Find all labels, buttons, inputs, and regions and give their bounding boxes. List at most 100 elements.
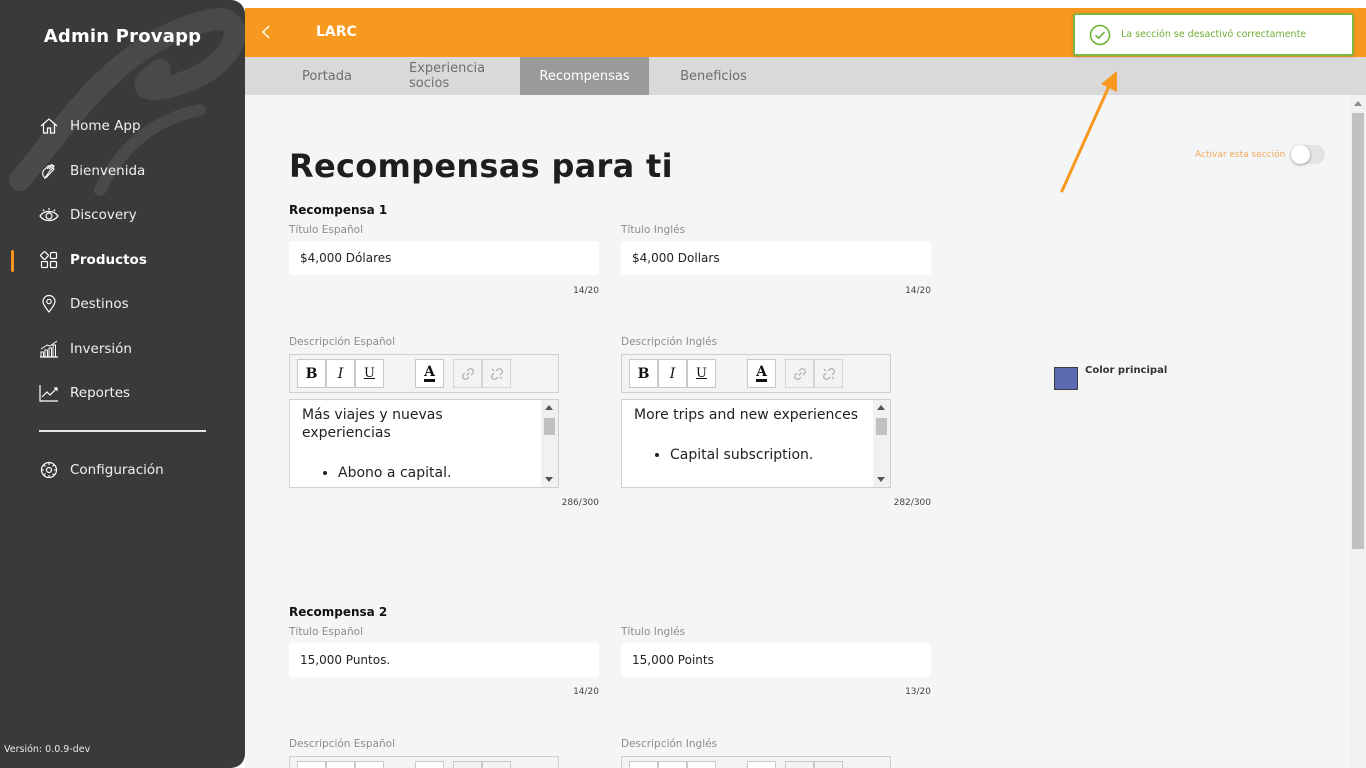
text-color-button[interactable]: A [415, 359, 444, 388]
editor-toolbar: B I U A [621, 354, 891, 393]
text-color-button[interactable] [747, 761, 776, 768]
page-title: Recompensas para ti [289, 147, 673, 185]
unlink-icon[interactable] [814, 359, 843, 388]
editor-scrollbar[interactable] [541, 400, 558, 487]
sidebar-item-inversion[interactable]: Inversión [0, 327, 245, 372]
wave-hand-icon [38, 160, 60, 182]
unlink-button[interactable] [814, 761, 843, 768]
eye-icon [38, 204, 60, 226]
reward-1-title-en-input[interactable] [621, 241, 931, 275]
italic-button[interactable] [658, 761, 687, 768]
primary-color-swatch[interactable] [1054, 367, 1078, 390]
page-scrollbar[interactable] [1350, 95, 1366, 768]
reward-1-desc-en-counter: 282/300 [893, 498, 931, 508]
back-arrow-icon[interactable] [257, 22, 277, 42]
reward-1-desc-es-textarea[interactable]: Más viajes y nuevas experiencias Abono a… [289, 399, 559, 488]
sidebar-item-home-app[interactable]: Home App [0, 104, 245, 149]
activate-section-toggle[interactable] [1291, 145, 1326, 164]
reward-2-title-en-input[interactable] [621, 643, 931, 677]
sidebar-config-section: Configuración [0, 448, 245, 493]
tab-recompensas[interactable]: Recompensas [520, 57, 649, 95]
bold-button[interactable] [297, 761, 326, 768]
link-icon[interactable] [785, 359, 814, 388]
grid-icon [38, 249, 60, 271]
underline-button[interactable]: U [355, 359, 384, 388]
reward-2-title-es-input[interactable] [289, 643, 599, 677]
sidebar-item-discovery[interactable]: Discovery [0, 193, 245, 238]
tab-portada[interactable]: Portada [245, 57, 409, 95]
link-button[interactable] [785, 761, 814, 768]
unlink-button[interactable] [482, 761, 511, 768]
underline-button[interactable]: U [687, 359, 716, 388]
text-color-button[interactable]: A [747, 359, 776, 388]
reward-2-desc-en-label: Descripción Inglés [621, 738, 718, 750]
reward-1-title-es-counter: 14/20 [573, 286, 599, 296]
sidebar-item-bienvenida[interactable]: Bienvenida [0, 149, 245, 194]
text-color-button[interactable] [415, 761, 444, 768]
map-pin-icon [38, 293, 60, 315]
sidebar-item-label: Home App [70, 118, 141, 135]
line-chart-icon [38, 382, 60, 404]
editor-scrollbar[interactable] [873, 400, 890, 487]
reward-1-desc-es-counter: 286/300 [561, 498, 599, 508]
bold-button[interactable]: B [297, 359, 326, 388]
reward-2-desc-en-toolbar [621, 756, 891, 768]
reward-1-desc-en-editor: B I U A More trips and new experiences C… [621, 354, 891, 488]
success-toast: La sección se desactivó correctamente [1073, 13, 1354, 56]
bold-button[interactable] [629, 761, 658, 768]
reward-1-title-es-input[interactable] [289, 241, 599, 275]
editor-list-item: Capital subscription. [670, 446, 866, 464]
sidebar: Admin Provapp Home App Bienvenida Discov… [0, 0, 245, 768]
reward-2-desc-es-label: Descripción Español [289, 738, 395, 750]
italic-button[interactable]: I [326, 359, 355, 388]
reward-1-desc-es-editor: B I U A Más viajes y nuevas experiencias… [289, 354, 559, 488]
reward-2-heading: Recompensa 2 [289, 605, 388, 619]
header-title: LARC [316, 24, 357, 40]
brand-title: Admin Provapp [43, 26, 202, 47]
check-circle-icon [1089, 24, 1111, 45]
tab-experiencia-socios[interactable]: Experiencia socios [409, 57, 520, 95]
main-content: Recompensas para ti Activar esta sección… [245, 95, 1350, 768]
link-button[interactable] [453, 761, 482, 768]
reward-1-heading: Recompensa 1 [289, 203, 388, 217]
reward-1-title-es-label: Título Español [289, 224, 363, 236]
activate-section-control: Activar esta sección [1195, 145, 1326, 164]
sidebar-nav: Home App Bienvenida Discovery Productos [0, 104, 245, 416]
sidebar-item-reportes[interactable]: Reportes [0, 371, 245, 416]
reward-1-desc-en-label: Descripción Inglés [621, 336, 718, 348]
toggle-knob [1291, 145, 1311, 164]
editor-paragraph: More trips and new experiences [634, 407, 858, 423]
bold-button[interactable]: B [629, 359, 658, 388]
sidebar-item-label: Destinos [70, 296, 129, 313]
scroll-up-arrow-icon[interactable] [1354, 101, 1362, 106]
reward-1-desc-en-textarea[interactable]: More trips and new experiences Capital s… [621, 399, 891, 488]
italic-button[interactable]: I [658, 359, 687, 388]
italic-button[interactable] [326, 761, 355, 768]
reward-2-desc-es-toolbar [289, 756, 559, 768]
editor-list-item: Abono a capital. [338, 464, 534, 482]
toast-message: La sección se desactivó correctamente [1121, 29, 1307, 40]
editor-toolbar: B I U A [289, 354, 559, 393]
sidebar-item-productos[interactable]: Productos [0, 238, 245, 283]
version-label: Versión: 0.0.9-dev [4, 744, 91, 755]
sidebar-item-label: Reportes [70, 385, 131, 402]
annotation-arrow-icon [1060, 71, 1117, 193]
editor-list: Abono a capital. [302, 464, 534, 482]
sidebar-item-label: Productos [70, 251, 147, 268]
reward-2-title-es-counter: 14/20 [573, 687, 599, 697]
primary-color-label: Color principal [1085, 365, 1168, 376]
editor-paragraph: Más viajes y nuevas experiencias [302, 407, 443, 441]
sidebar-item-configuracion[interactable]: Configuración [0, 448, 245, 493]
reward-2-title-en-counter: 13/20 [905, 687, 931, 697]
reward-1-desc-es-label: Descripción Español [289, 336, 395, 348]
tab-beneficios[interactable]: Beneficios [649, 57, 778, 95]
underline-button[interactable] [355, 761, 384, 768]
reward-2-title-en-label: Título Inglés [621, 626, 686, 638]
activate-section-label: Activar esta sección [1195, 149, 1286, 160]
unlink-icon[interactable] [482, 359, 511, 388]
gear-icon [38, 459, 60, 481]
underline-button[interactable] [687, 761, 716, 768]
sidebar-item-destinos[interactable]: Destinos [0, 282, 245, 327]
scrollbar-thumb[interactable] [1352, 113, 1364, 549]
link-icon[interactable] [453, 359, 482, 388]
